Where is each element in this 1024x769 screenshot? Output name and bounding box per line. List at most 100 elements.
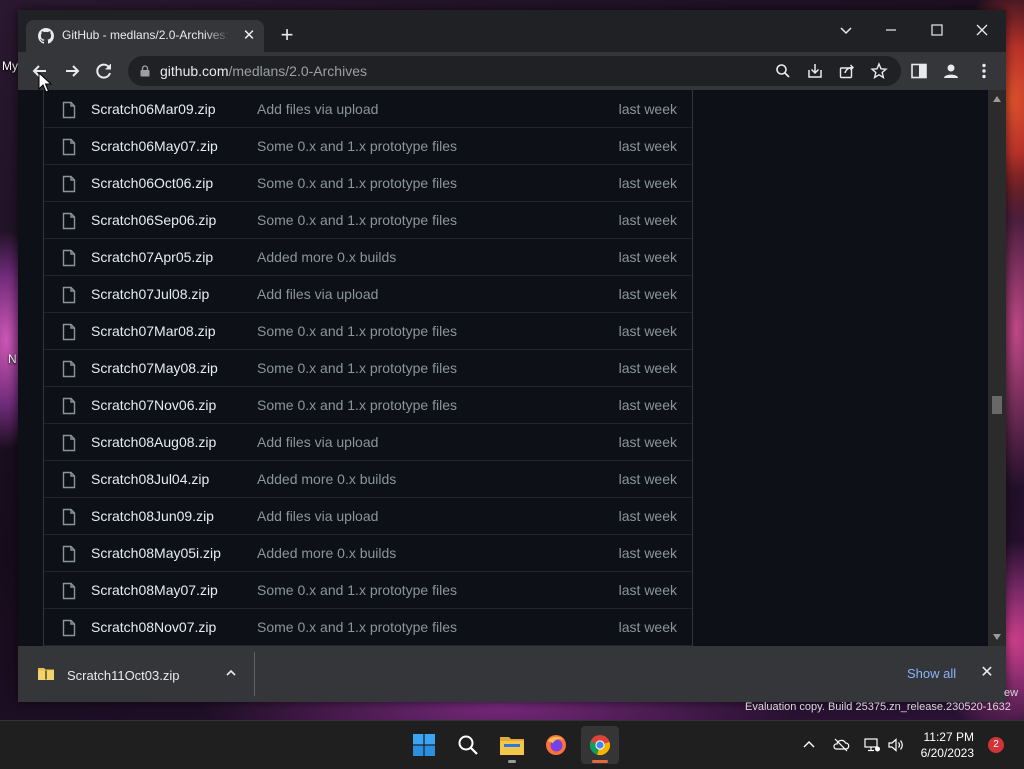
commit-message-link[interactable]: Some 0.x and 1.x prototype files <box>257 323 457 339</box>
forward-arrow-icon[interactable] <box>61 60 83 82</box>
file-row[interactable]: Scratch06Oct06.zip Some 0.x and 1.x proto… <box>44 165 692 202</box>
bookmark-star-icon[interactable] <box>870 62 888 80</box>
share-icon[interactable] <box>838 62 856 80</box>
file-name-link[interactable]: Scratch06Oct06.zip <box>91 175 213 191</box>
file-name-link[interactable]: Scratch07Jul08.zip <box>91 286 209 302</box>
firefox-button[interactable] <box>537 726 575 764</box>
maximize-icon[interactable] <box>923 16 951 44</box>
commit-age: last week <box>618 286 677 302</box>
file-name-link[interactable]: Scratch06Mar09.zip <box>91 101 216 117</box>
browser-tab[interactable]: GitHub - medlans/2.0-Archives: S ✕ <box>26 20 264 52</box>
notification-badge[interactable]: 2 <box>988 737 1004 753</box>
commit-age: last week <box>618 508 677 524</box>
commit-message-link[interactable]: Added more 0.x builds <box>257 471 396 487</box>
file-row[interactable]: Scratch06Mar09.zip Add files via upload la… <box>44 91 692 128</box>
commit-message-link[interactable]: Add files via upload <box>257 508 378 524</box>
volume-icon[interactable] <box>887 736 905 754</box>
file-name-link[interactable]: Scratch08May07.zip <box>91 582 218 598</box>
search-icon[interactable] <box>774 62 792 80</box>
file-name-link[interactable]: Scratch07Apr05.zip <box>91 249 213 265</box>
file-row[interactable]: Scratch08Jun09.zip Add files via upload la… <box>44 498 692 535</box>
file-explorer-button[interactable] <box>493 726 531 764</box>
profile-icon[interactable] <box>941 61 961 81</box>
commit-message-link[interactable]: Add files via upload <box>257 286 378 302</box>
scroll-thumb[interactable] <box>992 396 1002 414</box>
file-row[interactable]: Scratch07Apr05.zip Added more 0.x builds l… <box>44 239 692 276</box>
close-window-icon[interactable] <box>968 16 996 44</box>
file-row[interactable]: Scratch08May05i.zip Added more 0.x builds… <box>44 535 692 572</box>
file-name-link[interactable]: Scratch08Jul04.zip <box>91 471 209 487</box>
watermark-tail: ew <box>1004 687 1019 699</box>
file-row[interactable]: Scratch06May07.zip Some 0.x and 1.x proto… <box>44 128 692 165</box>
more-menu-icon[interactable] <box>974 61 994 81</box>
file-name-link[interactable]: Scratch06May07.zip <box>91 138 218 154</box>
commit-message-link[interactable]: Add files via upload <box>257 434 378 450</box>
file-name-link[interactable]: Scratch06Sep06.zip <box>91 212 216 228</box>
file-icon <box>62 434 76 452</box>
commit-message-link[interactable]: Added more 0.x builds <box>257 545 396 561</box>
file-icon <box>62 397 76 415</box>
commit-age: last week <box>618 212 677 228</box>
download-separator <box>254 652 255 696</box>
commit-message-link[interactable]: Some 0.x and 1.x prototype files <box>257 582 457 598</box>
commit-message-link[interactable]: Add files via upload <box>257 101 378 117</box>
scroll-down-arrow-icon[interactable] <box>993 634 1001 640</box>
commit-message-link[interactable]: Some 0.x and 1.x prototype files <box>257 397 457 413</box>
commit-message-link[interactable]: Some 0.x and 1.x prototype files <box>257 360 457 376</box>
chrome-icon <box>589 735 610 756</box>
onedrive-icon[interactable] <box>832 736 850 754</box>
file-row[interactable]: Scratch07Mar08.zip Some 0.x and 1.x proto… <box>44 313 692 350</box>
desktop-icon-label[interactable]: N <box>8 352 17 366</box>
show-all-button[interactable]: Show all <box>907 666 956 681</box>
desktop-icon-label[interactable]: My <box>2 59 18 73</box>
commit-age: last week <box>618 471 677 487</box>
file-name-link[interactable]: Scratch07Nov06.zip <box>91 397 216 413</box>
reload-icon[interactable] <box>93 60 115 82</box>
commit-age: last week <box>618 323 677 339</box>
file-name-link[interactable]: Scratch08Nov07.zip <box>91 619 216 635</box>
side-panel-icon[interactable] <box>909 61 929 81</box>
file-row[interactable]: Scratch06Sep06.zip Some 0.x and 1.x proto… <box>44 202 692 239</box>
download-file-name[interactable]: Scratch11Oct03.zip <box>67 668 179 683</box>
chevron-up-icon[interactable] <box>224 666 238 680</box>
address-bar[interactable]: github.com/medlans/2.0-Archives <box>128 56 901 86</box>
file-name-link[interactable]: Scratch08May05i.zip <box>91 545 221 561</box>
minimize-icon[interactable] <box>877 16 905 44</box>
scroll-up-arrow-icon[interactable] <box>993 96 1001 102</box>
start-button[interactable] <box>405 726 443 764</box>
chrome-button[interactable] <box>581 726 619 764</box>
close-tab-icon[interactable]: ✕ <box>240 27 258 45</box>
commit-message-link[interactable]: Some 0.x and 1.x prototype files <box>257 138 457 154</box>
commit-message-link[interactable]: Some 0.x and 1.x prototype files <box>257 175 457 191</box>
commit-age: last week <box>618 545 677 561</box>
commit-message-link[interactable]: Some 0.x and 1.x prototype files <box>257 212 457 228</box>
commit-message-link[interactable]: Some 0.x and 1.x prototype files <box>257 619 457 635</box>
file-row[interactable]: Scratch07Jul08.zip Add files via upload la… <box>44 276 692 313</box>
file-row[interactable]: Scratch08Jul04.zip Added more 0.x builds l… <box>44 461 692 498</box>
file-row[interactable]: Scratch07Nov06.zip Some 0.x and 1.x proto… <box>44 387 692 424</box>
commit-age: last week <box>618 434 677 450</box>
file-icon <box>62 175 76 193</box>
file-name-link[interactable]: Scratch07May08.zip <box>91 360 218 376</box>
file-name-link[interactable]: Scratch08Jun09.zip <box>91 508 214 524</box>
commit-message-link[interactable]: Added more 0.x builds <box>257 249 396 265</box>
lock-icon[interactable] <box>140 65 150 77</box>
file-row[interactable]: Scratch08Aug08.zip Add files via upload la… <box>44 424 692 461</box>
file-name-link[interactable]: Scratch08Aug08.zip <box>91 434 216 450</box>
network-icon[interactable] <box>863 736 881 754</box>
file-row[interactable]: Scratch07May08.zip Some 0.x and 1.x proto… <box>44 350 692 387</box>
page-scrollbar[interactable] <box>988 90 1006 646</box>
close-download-bar-icon[interactable]: ✕ <box>978 664 996 682</box>
file-icon <box>62 249 76 267</box>
new-tab-icon[interactable]: + <box>276 24 298 46</box>
system-clock[interactable]: 11:27 PM 6/20/2023 <box>914 729 974 761</box>
file-name-link[interactable]: Scratch07Mar08.zip <box>91 323 216 339</box>
file-row[interactable]: Scratch08Nov07.zip Some 0.x and 1.x proto… <box>44 609 692 646</box>
taskbar: 11:27 PM 6/20/2023 2 <box>0 720 1024 769</box>
search-button[interactable] <box>449 726 487 764</box>
install-app-icon[interactable] <box>806 62 824 80</box>
tab-search-icon[interactable] <box>832 16 860 44</box>
file-icon <box>62 323 76 341</box>
chevron-up-icon[interactable] <box>800 736 818 754</box>
file-row[interactable]: Scratch08May07.zip Some 0.x and 1.x proto… <box>44 572 692 609</box>
